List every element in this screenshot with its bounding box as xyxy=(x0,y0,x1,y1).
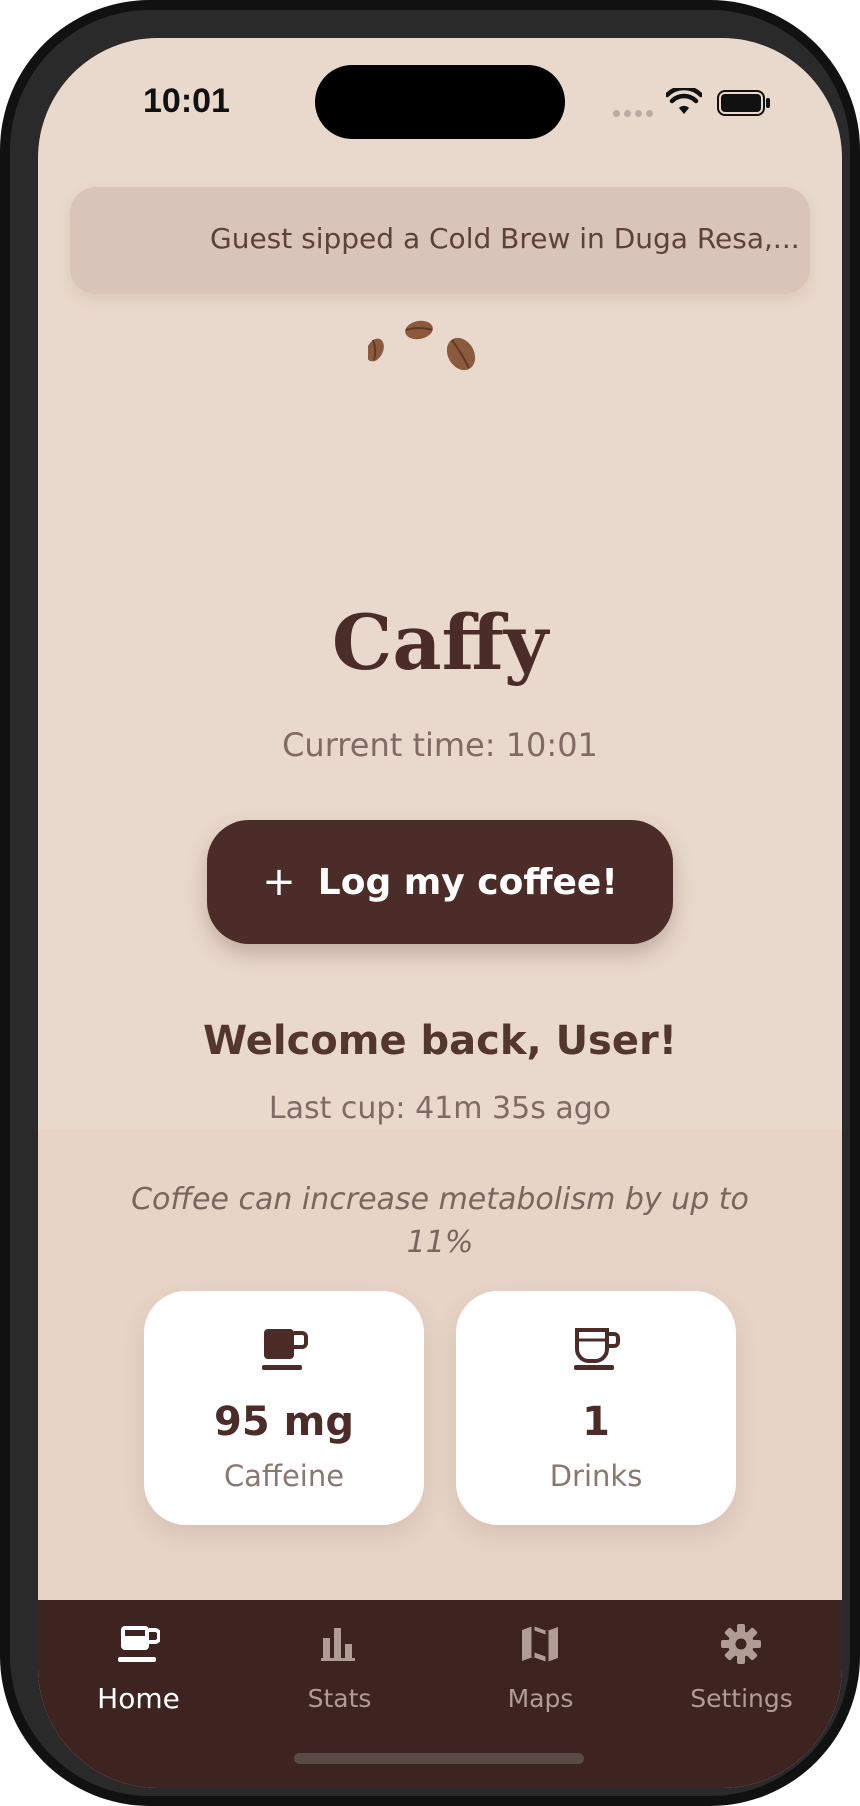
caffeine-label: Caffeine xyxy=(223,1459,345,1493)
caffeine-value: 95 mg xyxy=(214,1399,354,1445)
last-cup-label: Last cup: 41m 35s ago xyxy=(268,1091,612,1126)
activity-ticker[interactable]: Guest sipped a Cold Brew in Duga Resa,..… xyxy=(70,187,810,294)
tab-settings[interactable]: Settings xyxy=(641,1600,842,1720)
coffee-mug-icon xyxy=(118,1626,160,1662)
drinks-label: Drinks xyxy=(549,1459,643,1493)
dynamic-island xyxy=(315,65,565,139)
wifi-icon xyxy=(666,88,702,114)
home-indicator[interactable] xyxy=(294,1753,584,1764)
battery-icon xyxy=(717,90,770,116)
coffee-glass-icon xyxy=(574,1328,620,1370)
tab-stats-label: Stats xyxy=(307,1684,372,1713)
log-coffee-label: Log my coffee! xyxy=(317,861,618,903)
coffee-cup-icon xyxy=(262,1329,308,1370)
tab-stats[interactable]: Stats xyxy=(239,1600,440,1720)
plus-icon: + xyxy=(262,859,296,905)
tab-maps-label: Maps xyxy=(507,1684,574,1713)
app-screen: 10:01 Guest sipped a Cold Brew in Duga R… xyxy=(38,38,842,1788)
tab-maps[interactable]: Maps xyxy=(440,1600,641,1720)
status-time: 10:01 xyxy=(143,82,230,120)
drinks-card: 1 Drinks xyxy=(456,1291,736,1525)
tab-home[interactable]: Home xyxy=(38,1600,239,1720)
coffee-fact: Coffee can increase metabolism by up to … xyxy=(131,1182,749,1260)
app-title: Caffy xyxy=(331,598,549,687)
gear-icon xyxy=(721,1624,761,1664)
phone-frame: 10:01 Guest sipped a Cold Brew in Duga R… xyxy=(0,0,860,1806)
caffeine-card: 95 mg Caffeine xyxy=(144,1291,424,1525)
tab-settings-label: Settings xyxy=(690,1684,793,1713)
ticker-text: Guest sipped a Cold Brew in Duga Resa,..… xyxy=(210,222,800,255)
tab-home-label: Home xyxy=(97,1682,180,1715)
cellular-signal-icon xyxy=(613,110,653,117)
bar-chart-icon xyxy=(321,1628,355,1661)
welcome-heading: Welcome back, User! xyxy=(203,1018,677,1064)
current-time-label: Current time: 10:01 xyxy=(282,726,598,764)
map-icon xyxy=(522,1626,558,1662)
log-coffee-button[interactable]: + Log my coffee! xyxy=(207,820,673,944)
drinks-value: 1 xyxy=(582,1399,610,1445)
coffee-beans-icon xyxy=(368,320,476,371)
phone-bezel: 10:01 Guest sipped a Cold Brew in Duga R… xyxy=(10,10,850,1796)
